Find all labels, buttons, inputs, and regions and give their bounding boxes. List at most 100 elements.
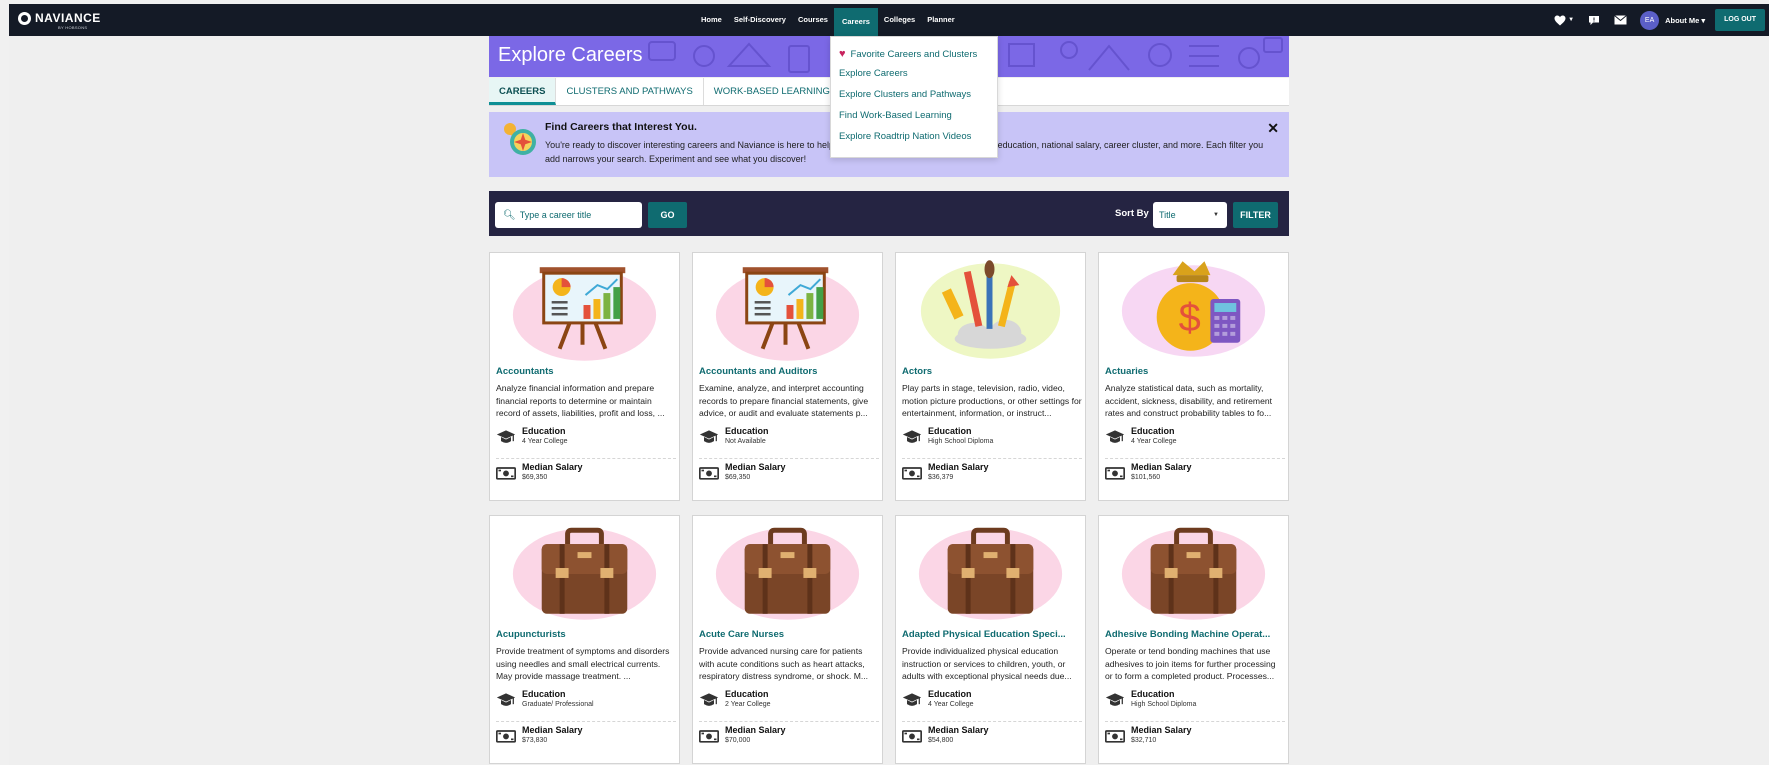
career-illustration (512, 267, 657, 361)
nav-planner[interactable]: Planner (921, 4, 961, 36)
education-row: Education Graduate/ Professional (496, 686, 676, 716)
career-card[interactable]: Acupuncturists Provide treatment of sympt… (489, 515, 680, 764)
salary-value: $32,710 (1131, 737, 1157, 744)
career-card[interactable]: Adapted Physical Education Speci... Provi… (895, 515, 1086, 764)
logout-button[interactable]: LOG OUT (1715, 9, 1765, 31)
career-illustration (512, 527, 657, 620)
education-row: Education 4 Year College (902, 686, 1082, 716)
menu-item-favorite-careers[interactable]: ♥ Favorite Careers and Clusters (839, 48, 977, 60)
education-label: Education (725, 689, 769, 699)
mail-icon-button[interactable] (1614, 15, 1627, 25)
career-illustration (715, 527, 860, 620)
sort-select[interactable]: Title ▼ (1153, 202, 1227, 228)
tab-clusters-and-pathways[interactable]: CLUSTERS AND PATHWAYS (556, 78, 704, 105)
sort-by-label: Sort By (1115, 208, 1149, 219)
top-navigation-bar: NAVIANCE BY HOBSONS Home Self-Discovery … (9, 4, 1769, 36)
career-card[interactable]: Actors Play parts in stage, television, r… (895, 252, 1086, 501)
svg-text:$: $ (1179, 296, 1201, 340)
graduation-cap-icon (902, 430, 922, 443)
money-icon (699, 467, 719, 480)
menu-item-roadtrip-videos[interactable]: Explore Roadtrip Nation Videos (839, 131, 971, 142)
menu-item-work-based-learning[interactable]: Find Work-Based Learning (839, 110, 952, 121)
education-row: Education High School Diploma (902, 423, 1082, 453)
chat-icon (1589, 15, 1600, 25)
close-icon[interactable]: ✕ (1267, 120, 1279, 137)
salary-value: $69,350 (522, 474, 548, 481)
career-title[interactable]: Acute Care Nurses (699, 629, 879, 640)
education-value: Graduate/ Professional (522, 701, 594, 708)
banner-title: Find Careers that Interest You. (545, 121, 697, 133)
career-illustration (1121, 527, 1266, 620)
education-label: Education (1131, 426, 1175, 436)
education-row: Education 4 Year College (496, 423, 676, 453)
career-title[interactable]: Adhesive Bonding Machine Operat... (1105, 629, 1285, 640)
money-icon (496, 467, 516, 480)
education-label: Education (522, 689, 566, 699)
education-label: Education (928, 689, 972, 699)
career-card[interactable]: Acute Care Nurses Provide advanced nursin… (692, 515, 883, 764)
careers-dropdown-menu: ♥ Favorite Careers and Clusters Explore … (830, 36, 998, 158)
page-title: Explore Careers (498, 44, 643, 66)
tab-work-based-learning[interactable]: WORK-BASED LEARNING (704, 78, 841, 105)
salary-value: $70,000 (725, 737, 751, 744)
graduation-cap-icon (1105, 430, 1125, 443)
career-title[interactable]: Accountants and Auditors (699, 366, 879, 377)
education-value: Not Available (725, 438, 766, 445)
about-me-menu[interactable]: About Me ▾ (1665, 16, 1705, 25)
search-icon: 🔍︎ (503, 209, 516, 221)
naviance-logo-icon (18, 12, 31, 25)
salary-label: Median Salary (725, 462, 786, 472)
salary-label: Median Salary (1131, 725, 1192, 735)
salary-row: Median Salary $69,350 (699, 458, 879, 488)
nav-home[interactable]: Home (695, 4, 728, 36)
salary-label: Median Salary (928, 725, 989, 735)
salary-value: $73,830 (522, 737, 548, 744)
education-value: High School Diploma (1131, 701, 1197, 708)
nav-colleges[interactable]: Colleges (878, 4, 921, 36)
salary-label: Median Salary (522, 725, 583, 735)
messages-icon-button[interactable] (1588, 15, 1600, 26)
salary-row: Median Salary $70,000 (699, 721, 879, 751)
menu-item-explore-careers[interactable]: Explore Careers (839, 68, 908, 79)
search-box[interactable]: 🔍︎ (495, 202, 642, 228)
main-nav: Home Self-Discovery Courses Careers Coll… (695, 4, 961, 36)
filter-button[interactable]: FILTER (1233, 202, 1278, 228)
mail-icon (1614, 15, 1627, 25)
career-card[interactable]: Accountants Analyze financial information… (489, 252, 680, 501)
money-icon (1105, 730, 1125, 743)
career-search-input[interactable] (519, 210, 630, 220)
favorites-menu[interactable]: ▼ (1554, 15, 1574, 26)
education-value: 4 Year College (928, 701, 974, 708)
avatar[interactable]: EA (1640, 10, 1660, 30)
education-value: 2 Year College (725, 701, 771, 708)
career-card[interactable]: Adhesive Bonding Machine Operat... Operat… (1098, 515, 1289, 764)
money-icon (902, 730, 922, 743)
career-description: Analyze statistical data, such as mortal… (1105, 383, 1273, 418)
nav-self-discovery[interactable]: Self-Discovery (728, 4, 792, 36)
education-label: Education (1131, 689, 1175, 699)
tab-careers[interactable]: CAREERS (489, 78, 557, 105)
menu-item-explore-clusters[interactable]: Explore Clusters and Pathways (839, 89, 971, 100)
nav-careers[interactable]: Careers (833, 8, 878, 36)
go-button[interactable]: GO (648, 202, 687, 228)
career-title[interactable]: Adapted Physical Education Speci... (902, 629, 1082, 640)
career-description: Operate or tend bonding machines that us… (1105, 646, 1276, 681)
money-icon (496, 730, 516, 743)
career-card[interactable]: $ Actuaries Analyze statistical data, such… (1098, 252, 1289, 501)
naviance-logo[interactable]: NAVIANCE BY HOBSONS (18, 12, 101, 30)
salary-label: Median Salary (1131, 462, 1192, 472)
career-description: Examine, analyze, and interpret accounti… (699, 383, 869, 418)
heart-icon (1554, 15, 1566, 25)
career-card[interactable]: Accountants and Auditors Examine, analyze… (692, 252, 883, 501)
career-title[interactable]: Accountants (496, 366, 676, 377)
career-description: Provide treatment of symptoms and disord… (496, 646, 670, 681)
compass-icon (504, 123, 536, 155)
brand-subtitle: BY HOBSONS (58, 25, 88, 30)
career-title[interactable]: Actuaries (1105, 366, 1285, 377)
chevron-down-icon: ▼ (1568, 17, 1575, 23)
salary-label: Median Salary (725, 725, 786, 735)
menu-item-label: Favorite Careers and Clusters (850, 48, 978, 60)
career-title[interactable]: Acupuncturists (496, 629, 676, 640)
career-title[interactable]: Actors (902, 366, 1082, 377)
nav-courses[interactable]: Courses (792, 4, 834, 36)
